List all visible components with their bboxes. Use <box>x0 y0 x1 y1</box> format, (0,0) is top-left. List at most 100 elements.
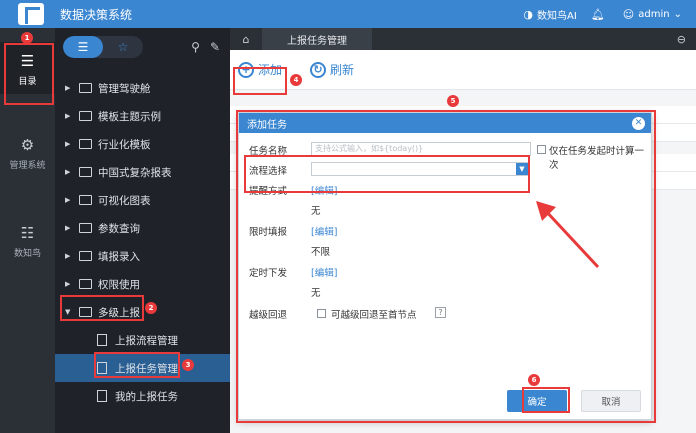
tree-header: ☰ ☆ ⚲ ✎ <box>55 28 230 66</box>
deadline-edit-link[interactable]: [编辑] <box>311 224 337 238</box>
topbar-right: ◑ 数知鸟AI 🔔︎ ☺ admin ⌄ <box>509 7 682 22</box>
tree-item-label: 中国式复杂报表 <box>98 166 172 179</box>
list-icon: ☰ <box>20 52 35 70</box>
expand-arrow-icon: ▶ <box>65 196 71 204</box>
add-button[interactable]: + 添加 <box>238 61 282 78</box>
tree-item-label: 权限使用 <box>98 278 140 291</box>
rollback-checkbox[interactable] <box>317 309 326 318</box>
expand-arrow-icon: ▶ <box>65 280 71 288</box>
folder-icon <box>79 167 92 177</box>
annotation-arrow-icon <box>536 201 600 269</box>
collapse-arrow-icon: ▼ <box>65 308 71 316</box>
favorite-view-icon[interactable]: ☆ <box>103 36 143 58</box>
folder-icon <box>79 111 92 121</box>
tree-item[interactable]: ▶ 管理驾驶舱 <box>55 74 230 102</box>
tree-item-label: 模板主题示例 <box>98 110 161 123</box>
tree-item-label: 可视化图表 <box>98 194 151 207</box>
expand-arrow-icon: ▶ <box>65 84 71 92</box>
tree-tools: ⚲ ✎ <box>191 40 220 54</box>
tree-item-label: 上报流程管理 <box>115 334 178 347</box>
task-name-input[interactable]: 支持公式输入，如${today()} <box>311 142 531 156</box>
tree-item-label: 管理驾驶舱 <box>98 82 151 95</box>
schedule-edit-link[interactable]: [编辑] <box>311 265 337 279</box>
dialog-header: 添加任务 ✕ <box>239 113 651 133</box>
tree-item-label: 填报录入 <box>98 250 140 263</box>
nav-item-directory[interactable]: ☰ 目录 <box>0 42 55 94</box>
tree-item[interactable]: 我的上报任务 <box>55 382 230 410</box>
document-icon <box>97 362 107 374</box>
task-name-label: 任务名称 <box>249 146 288 157</box>
refresh-icon: ↻ <box>310 61 327 78</box>
folder-icon <box>79 251 92 261</box>
deadline-value: 不限 <box>311 247 331 258</box>
plus-icon: + <box>238 61 254 78</box>
top-bar: 数据决策系统 ◑ 数知鸟AI 🔔︎ ☺ admin ⌄ <box>0 0 696 28</box>
only-on-trigger-checkbox[interactable] <box>537 145 546 154</box>
ai-assistant-icon[interactable]: ◑ <box>523 8 533 21</box>
schedule-label: 定时下发 <box>249 268 288 279</box>
tree-item[interactable]: ▶ 权限使用 <box>55 270 230 298</box>
flow-select[interactable]: ▼ <box>311 162 529 176</box>
pin-icon[interactable]: ✎ <box>210 40 220 54</box>
tree-item-label: 行业化模板 <box>98 138 151 151</box>
nav-item-management[interactable]: ⚙ 管理系统 <box>0 136 55 186</box>
tree-item[interactable]: ▶ 可视化图表 <box>55 186 230 214</box>
confirm-button[interactable]: 确定 <box>507 390 567 412</box>
tree-item-label: 我的上报任务 <box>115 390 178 403</box>
close-icon[interactable]: ✕ <box>632 116 645 130</box>
tree-item[interactable]: ▶ 填报录入 <box>55 242 230 270</box>
tree-item[interactable]: 上报流程管理 <box>55 326 230 354</box>
dropdown-arrow-icon[interactable]: ▼ <box>516 163 528 175</box>
expand-arrow-icon: ▶ <box>65 252 71 260</box>
tab-menu-icon[interactable]: ⊖ <box>677 33 686 46</box>
directory-tree: ☰ ☆ ⚲ ✎ ▶ 管理驾驶舱 ▶ 模板主题示例 ▶ 行业化模板 ▶ 中国式复杂报表 ▶… <box>55 28 230 433</box>
list-view-icon[interactable]: ☰ <box>63 36 103 58</box>
refresh-button[interactable]: ↻ 刷新 <box>310 61 354 78</box>
folder-icon <box>79 139 92 149</box>
cancel-button[interactable]: 取消 <box>581 390 641 412</box>
folder-icon <box>79 223 92 233</box>
home-icon[interactable]: ⌂ <box>230 33 262 46</box>
step-badge-3: 3 <box>182 359 194 371</box>
tree-item-report-task-management[interactable]: 上报任务管理 <box>55 354 230 382</box>
help-icon[interactable]: ? <box>435 307 446 318</box>
expand-arrow-icon: ▶ <box>65 112 71 120</box>
app-logo <box>18 3 44 25</box>
folder-icon <box>79 195 92 205</box>
bell-icon[interactable]: 🔔︎ <box>591 8 605 21</box>
document-icon <box>97 334 107 346</box>
remind-value: 无 <box>311 206 321 217</box>
tree-item[interactable]: ▶ 参数查询 <box>55 214 230 242</box>
nav-label-shuzhiniao: 数知鸟 <box>13 249 41 259</box>
remind-edit-link[interactable]: [编辑] <box>311 183 337 197</box>
nav-item-shuzhiniao[interactable]: ☷ 数知鸟 <box>0 224 55 274</box>
chevron-down-icon[interactable]: ⌄ <box>674 9 682 20</box>
view-toggle[interactable]: ☰ ☆ <box>63 36 143 58</box>
folder-icon <box>79 83 92 93</box>
user-name[interactable]: admin <box>638 9 669 20</box>
add-label: 添加 <box>258 63 283 77</box>
step-badge-2: 2 <box>145 302 157 314</box>
nav-label-directory: 目录 <box>18 77 37 87</box>
remind-label: 提醒方式 <box>249 186 288 197</box>
step-badge-4: 4 <box>290 74 302 86</box>
tree-item-label: 上报任务管理 <box>115 362 178 375</box>
rollback-option-label: 可越级回退至首节点 <box>331 310 417 321</box>
expand-arrow-icon: ▶ <box>65 224 71 232</box>
ai-assistant-label[interactable]: 数知鸟AI <box>537 7 577 22</box>
left-nav: ☰ 目录 ⚙ 管理系统 ☷ 数知鸟 <box>0 28 55 433</box>
app-title: 数据决策系统 <box>60 7 133 22</box>
tree-item[interactable]: ▶ 模板主题示例 <box>55 102 230 130</box>
step-badge-5: 5 <box>447 95 459 107</box>
tree-item-label: 多级上报 <box>98 306 140 319</box>
tree-item[interactable]: ▶ 行业化模板 <box>55 130 230 158</box>
tree-item[interactable]: ▶ 中国式复杂报表 <box>55 158 230 186</box>
search-icon[interactable]: ⚲ <box>191 40 200 54</box>
folder-icon <box>79 279 92 289</box>
tree-item-multilevel-report[interactable]: ▼ 多级上报 <box>55 298 230 326</box>
only-on-trigger-label: 仅在任务发起时计算一次 <box>549 146 645 171</box>
tab-report-task-management[interactable]: 上报任务管理 <box>262 28 372 50</box>
user-icon[interactable]: ☺ <box>623 8 634 21</box>
flow-select-label: 流程选择 <box>249 166 288 177</box>
bird-icon: ☷ <box>20 224 35 242</box>
